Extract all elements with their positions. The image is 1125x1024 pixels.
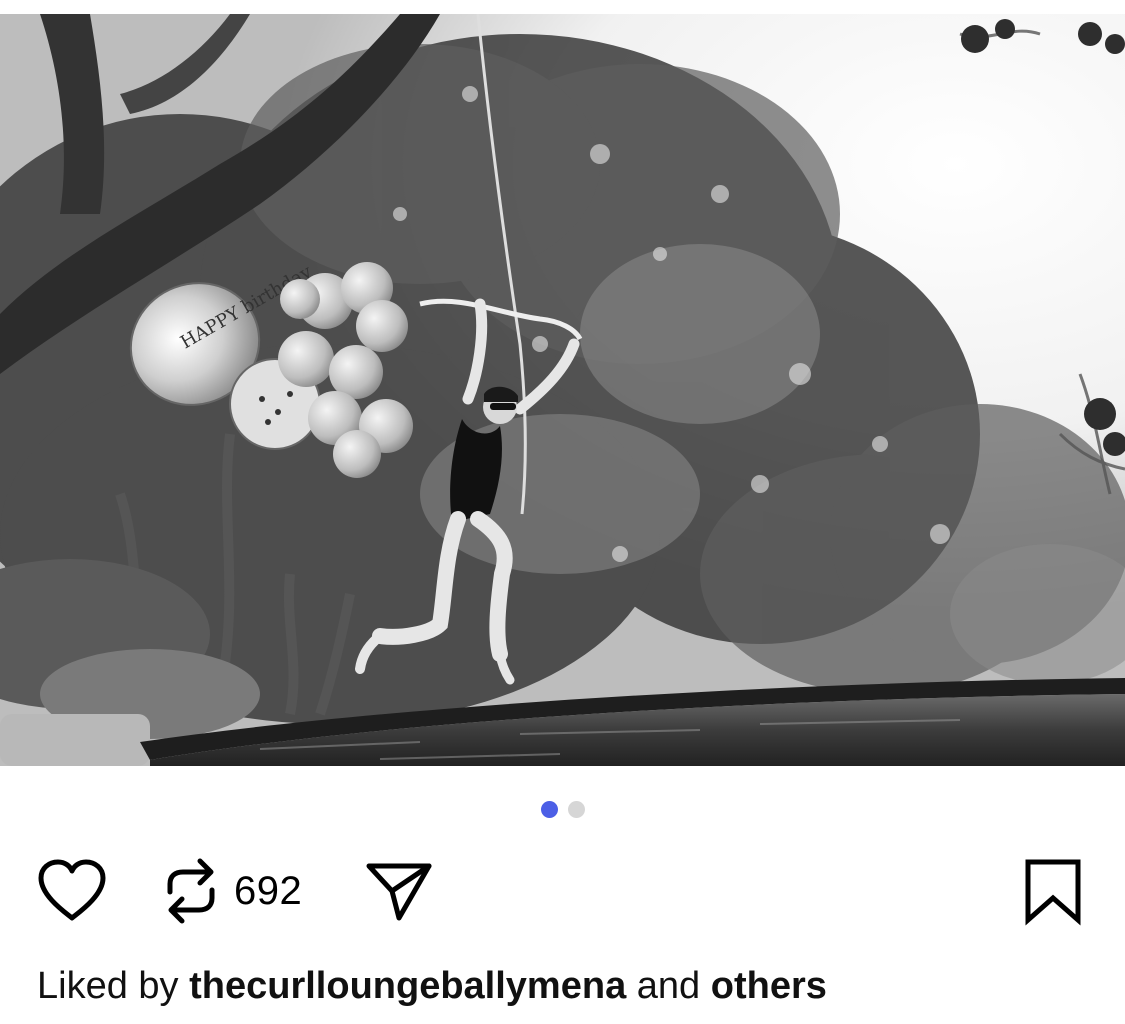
share-button[interactable] (364, 855, 434, 927)
post-image[interactable]: HAPPY birthday (0, 14, 1125, 766)
like-button[interactable] (36, 855, 108, 927)
liked-by-others-link[interactable]: others (711, 965, 827, 1007)
carousel-dot[interactable] (567, 801, 585, 818)
repost-count: 692 (234, 868, 303, 913)
post-photo-illustration: HAPPY birthday (0, 14, 1125, 766)
post-action-bar: 692 (0, 855, 1125, 927)
heart-icon (38, 859, 106, 921)
bookmark-icon (1025, 859, 1081, 926)
repost-icon (167, 858, 215, 924)
save-button[interactable] (1022, 855, 1084, 927)
repost-button[interactable]: 692 (160, 855, 302, 927)
carousel-dot-active[interactable] (540, 801, 558, 818)
liked-by-line: Liked by thecurlloungeballymena and othe… (37, 965, 827, 1008)
send-icon (366, 863, 432, 921)
liked-by-prefix: Liked by (37, 965, 179, 1007)
liked-by-and: and (636, 965, 701, 1007)
liked-by-user-link[interactable]: thecurlloungeballymena (189, 965, 626, 1007)
carousel-indicator (0, 801, 1125, 819)
